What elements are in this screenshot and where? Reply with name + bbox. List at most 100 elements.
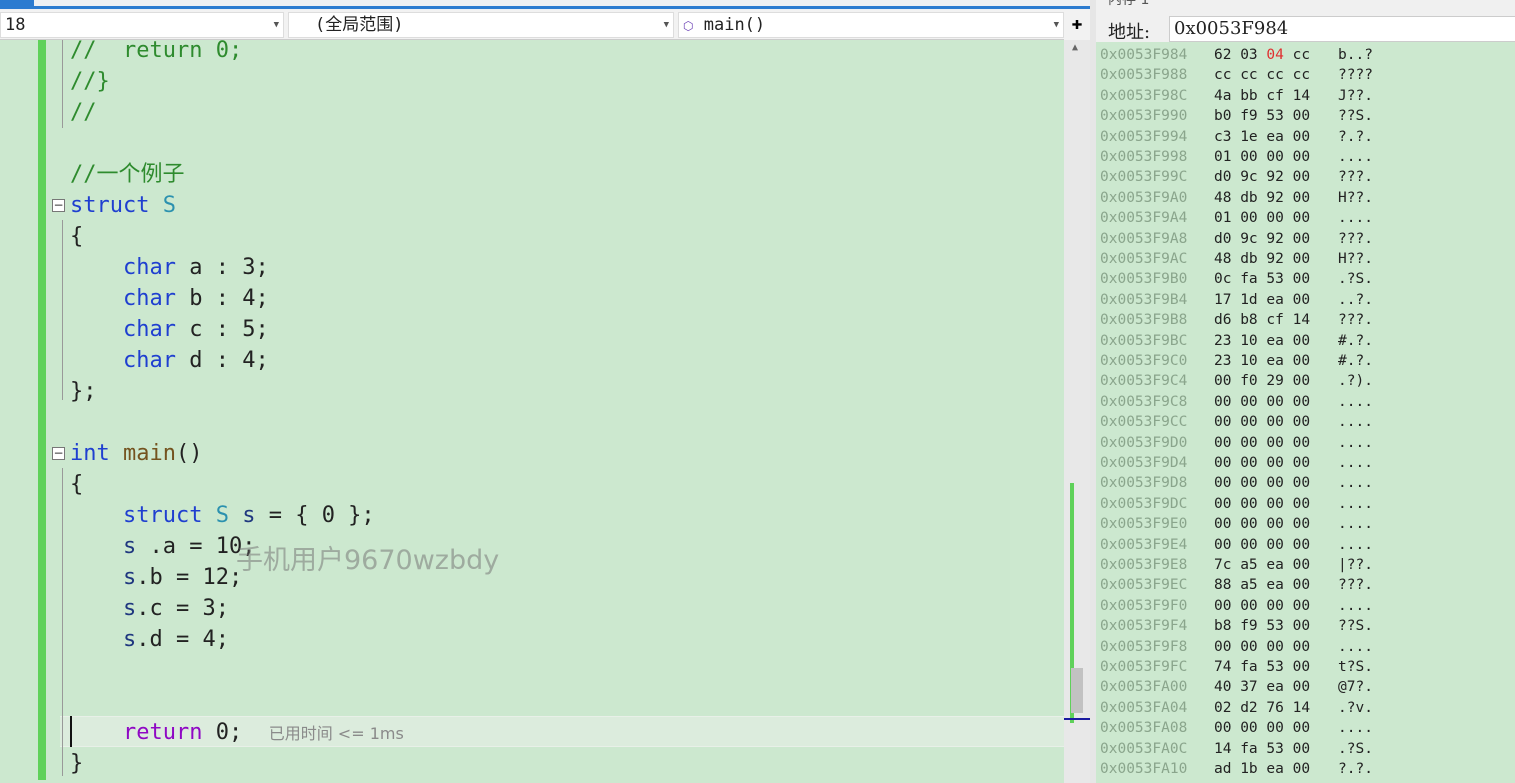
memory-hex-bytes[interactable]: 00 00 00 00	[1214, 433, 1310, 453]
memory-byte[interactable]: ea	[1266, 761, 1283, 777]
memory-hex-bytes[interactable]: b8 f9 53 00	[1214, 616, 1310, 636]
memory-byte[interactable]: 23	[1214, 333, 1231, 349]
memory-byte[interactable]: 00	[1214, 720, 1231, 736]
memory-byte[interactable]: 14	[1214, 741, 1231, 757]
memory-byte[interactable]: 1e	[1240, 129, 1257, 145]
memory-byte[interactable]: 00	[1293, 210, 1310, 226]
memory-byte[interactable]: 00	[1293, 557, 1310, 573]
memory-hex-bytes[interactable]: 00 f0 29 00	[1214, 371, 1310, 391]
memory-byte[interactable]: 00	[1266, 598, 1283, 614]
memory-byte[interactable]: 00	[1240, 496, 1257, 512]
memory-byte[interactable]: 00	[1293, 271, 1310, 287]
memory-byte[interactable]: 9c	[1240, 231, 1257, 247]
memory-byte[interactable]: 7c	[1214, 557, 1231, 573]
memory-byte[interactable]: 37	[1240, 679, 1257, 695]
memory-byte[interactable]: 00	[1240, 516, 1257, 532]
code-editor[interactable]: − − // return 0; //} // //一个例子 struct S { cha…	[0, 38, 1064, 783]
memory-byte[interactable]: 00	[1240, 639, 1257, 655]
memory-byte[interactable]: 00	[1266, 516, 1283, 532]
memory-byte[interactable]: b8	[1240, 312, 1257, 328]
memory-byte[interactable]: 40	[1214, 679, 1231, 695]
memory-byte[interactable]: 88	[1214, 577, 1231, 593]
memory-byte[interactable]: 00	[1293, 516, 1310, 532]
memory-byte[interactable]: d6	[1214, 312, 1231, 328]
memory-byte[interactable]: 00	[1240, 414, 1257, 430]
scroll-up-arrow-icon[interactable]: ▲	[1072, 42, 1078, 53]
scope-dropdown[interactable]: (全局范围) ▼	[288, 12, 674, 38]
memory-hex-bytes[interactable]: 00 00 00 00	[1214, 392, 1310, 412]
memory-byte[interactable]: 14	[1293, 312, 1310, 328]
memory-byte[interactable]: 00	[1214, 414, 1231, 430]
memory-byte[interactable]: ea	[1266, 292, 1283, 308]
memory-byte[interactable]: ea	[1266, 557, 1283, 573]
memory-hex-bytes[interactable]: d6 b8 cf 14	[1214, 310, 1310, 330]
memory-byte[interactable]: d2	[1240, 700, 1257, 716]
memory-byte[interactable]: 92	[1266, 231, 1283, 247]
memory-byte[interactable]: 00	[1293, 292, 1310, 308]
memory-byte[interactable]: 1d	[1240, 292, 1257, 308]
memory-byte[interactable]: 00	[1293, 618, 1310, 634]
memory-byte[interactable]: cf	[1266, 312, 1283, 328]
memory-byte[interactable]: ea	[1266, 333, 1283, 349]
memory-byte[interactable]: cc	[1293, 67, 1310, 83]
memory-hex-bytes[interactable]: 23 10 ea 00	[1214, 331, 1310, 351]
memory-hex-bytes[interactable]: 4a bb cf 14	[1214, 86, 1310, 106]
memory-byte[interactable]: 01	[1214, 210, 1231, 226]
memory-byte[interactable]: 14	[1293, 700, 1310, 716]
memory-byte[interactable]: 53	[1266, 659, 1283, 675]
memory-byte[interactable]: d0	[1214, 169, 1231, 185]
memory-hex-bytes[interactable]: d0 9c 92 00	[1214, 229, 1310, 249]
memory-byte[interactable]: 00	[1293, 149, 1310, 165]
memory-byte[interactable]: 23	[1214, 353, 1231, 369]
memory-byte[interactable]: 14	[1293, 88, 1310, 104]
memory-byte[interactable]: ea	[1266, 353, 1283, 369]
memory-byte[interactable]: fa	[1240, 659, 1257, 675]
memory-hex-bytes[interactable]: b0 f9 53 00	[1214, 106, 1310, 126]
memory-byte[interactable]: db	[1240, 190, 1257, 206]
memory-hex-bytes[interactable]: 00 00 00 00	[1214, 637, 1310, 657]
memory-hex-bytes[interactable]: 00 00 00 00	[1214, 494, 1310, 514]
collapse-main-toggle[interactable]: −	[52, 447, 65, 460]
memory-byte[interactable]: 00	[1293, 251, 1310, 267]
memory-byte[interactable]: 76	[1266, 700, 1283, 716]
memory-byte[interactable]: 03	[1240, 47, 1257, 63]
memory-byte[interactable]: 53	[1266, 271, 1283, 287]
memory-byte[interactable]: 00	[1266, 394, 1283, 410]
memory-byte[interactable]: 10	[1240, 353, 1257, 369]
memory-hex-bytes[interactable]: d0 9c 92 00	[1214, 167, 1310, 187]
memory-hex-bytes[interactable]: 00 00 00 00	[1214, 535, 1310, 555]
memory-byte[interactable]: 00	[1293, 129, 1310, 145]
memory-byte[interactable]: a5	[1240, 577, 1257, 593]
memory-hex-bytes[interactable]: 48 db 92 00	[1214, 188, 1310, 208]
memory-byte[interactable]: 00	[1214, 435, 1231, 451]
memory-byte[interactable]: 00	[1293, 190, 1310, 206]
split-window-button[interactable]: ✚	[1064, 10, 1090, 40]
memory-byte[interactable]: 00	[1293, 475, 1310, 491]
memory-byte[interactable]: 00	[1266, 455, 1283, 471]
memory-hex-bytes[interactable]: 14 fa 53 00	[1214, 739, 1310, 759]
memory-byte[interactable]: 92	[1266, 169, 1283, 185]
collapse-struct-toggle[interactable]: −	[52, 199, 65, 212]
memory-byte[interactable]: ad	[1214, 761, 1231, 777]
memory-byte[interactable]: 00	[1266, 475, 1283, 491]
memory-byte[interactable]: 29	[1266, 373, 1283, 389]
memory-byte[interactable]: 00	[1293, 169, 1310, 185]
memory-byte[interactable]: 92	[1266, 190, 1283, 206]
memory-byte[interactable]: 00	[1293, 455, 1310, 471]
memory-hex-bytes[interactable]: 23 10 ea 00	[1214, 351, 1310, 371]
memory-hex-bytes[interactable]: 0c fa 53 00	[1214, 269, 1310, 289]
memory-byte[interactable]: 00	[1240, 210, 1257, 226]
memory-byte[interactable]: 00	[1266, 639, 1283, 655]
memory-byte[interactable]: 00	[1240, 598, 1257, 614]
memory-byte[interactable]: 53	[1266, 108, 1283, 124]
memory-byte[interactable]: c3	[1214, 129, 1231, 145]
memory-byte[interactable]: 00	[1266, 537, 1283, 553]
memory-byte[interactable]: 00	[1214, 475, 1231, 491]
memory-hex-bytes[interactable]: 02 d2 76 14	[1214, 698, 1310, 718]
memory-hex-bytes[interactable]: 17 1d ea 00	[1214, 290, 1310, 310]
memory-byte[interactable]: cc	[1214, 67, 1231, 83]
memory-byte[interactable]: 00	[1266, 720, 1283, 736]
memory-byte[interactable]: f0	[1240, 373, 1257, 389]
memory-byte[interactable]: 00	[1214, 639, 1231, 655]
memory-byte[interactable]: 4a	[1214, 88, 1231, 104]
